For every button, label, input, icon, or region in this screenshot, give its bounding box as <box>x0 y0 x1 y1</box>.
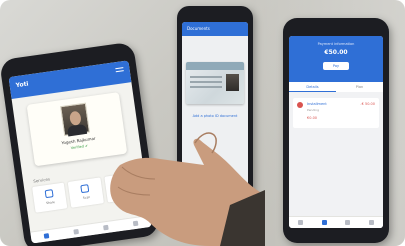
payment-title: Payment information <box>317 42 355 46</box>
tile-label: Share <box>45 199 56 206</box>
driving-license-image[interactable] <box>186 62 244 104</box>
hero-image: Yoti Yogesh Rajkumar Verified ✔ Services… <box>0 0 405 246</box>
transaction-warning: €0.00 <box>307 116 318 120</box>
section-label: Services <box>32 176 51 184</box>
left-phone: Yoti Yogesh Rajkumar Verified ✔ Services… <box>0 41 160 246</box>
chart-icon[interactable] <box>345 220 351 225</box>
scan-icon[interactable] <box>103 224 109 231</box>
payment-tabs: Details Plan <box>289 82 383 92</box>
add-document-link[interactable]: Add a photo ID document <box>182 114 248 118</box>
home-icon[interactable] <box>298 220 304 225</box>
tile-scan[interactable]: Scan <box>68 177 104 208</box>
wallet-icon[interactable] <box>321 220 327 225</box>
hamburger-icon[interactable] <box>115 67 124 74</box>
bottom-nav <box>289 216 383 228</box>
middle-phone-screen: Documents Add a photo ID document <box>182 22 248 202</box>
license-photo <box>226 74 239 91</box>
id-card[interactable]: Yogesh Rajkumar Verified ✔ <box>26 92 128 167</box>
transaction-amount: -€ 50.00 <box>360 102 375 106</box>
tab-plan[interactable]: Plan <box>336 82 383 92</box>
shield-icon <box>116 179 126 189</box>
tile-label: Scan <box>82 195 91 200</box>
right-phone-screen: Payment information €50.00 Pay Details P… <box>289 36 383 228</box>
payment-amount: €50.00 <box>324 49 348 56</box>
user-icon[interactable] <box>368 220 374 225</box>
card-icon <box>80 184 90 194</box>
settings-icon[interactable] <box>133 220 139 227</box>
right-phone: Payment information €50.00 Pay Details P… <box>283 18 389 243</box>
alert-icon <box>297 102 303 108</box>
activity-icon[interactable] <box>73 228 79 235</box>
bottom-nav <box>30 214 152 244</box>
tile-verify[interactable]: Verify <box>103 172 140 203</box>
tab-details[interactable]: Details <box>289 82 336 92</box>
tile-label: Verify <box>118 189 127 196</box>
tile-share[interactable]: Share <box>32 182 68 213</box>
pay-button[interactable]: Pay <box>323 62 349 70</box>
transaction-title: Installment <box>307 102 327 106</box>
payment-header: Payment information €50.00 Pay <box>289 36 383 82</box>
middle-phone: Documents Add a photo ID document <box>177 6 253 221</box>
transaction-row[interactable]: Installment Pending -€ 50.00 €0.00 <box>293 98 379 128</box>
app-title: Yoti <box>15 80 29 90</box>
left-phone-screen: Yoti Yogesh Rajkumar Verified ✔ Services… <box>8 60 152 244</box>
transaction-subtitle: Pending <box>307 108 319 112</box>
middle-header: Documents <box>182 22 248 36</box>
portrait-photo <box>60 102 90 137</box>
home-icon[interactable] <box>43 233 49 239</box>
id-icon <box>44 189 54 199</box>
middle-title: Documents <box>187 26 210 31</box>
